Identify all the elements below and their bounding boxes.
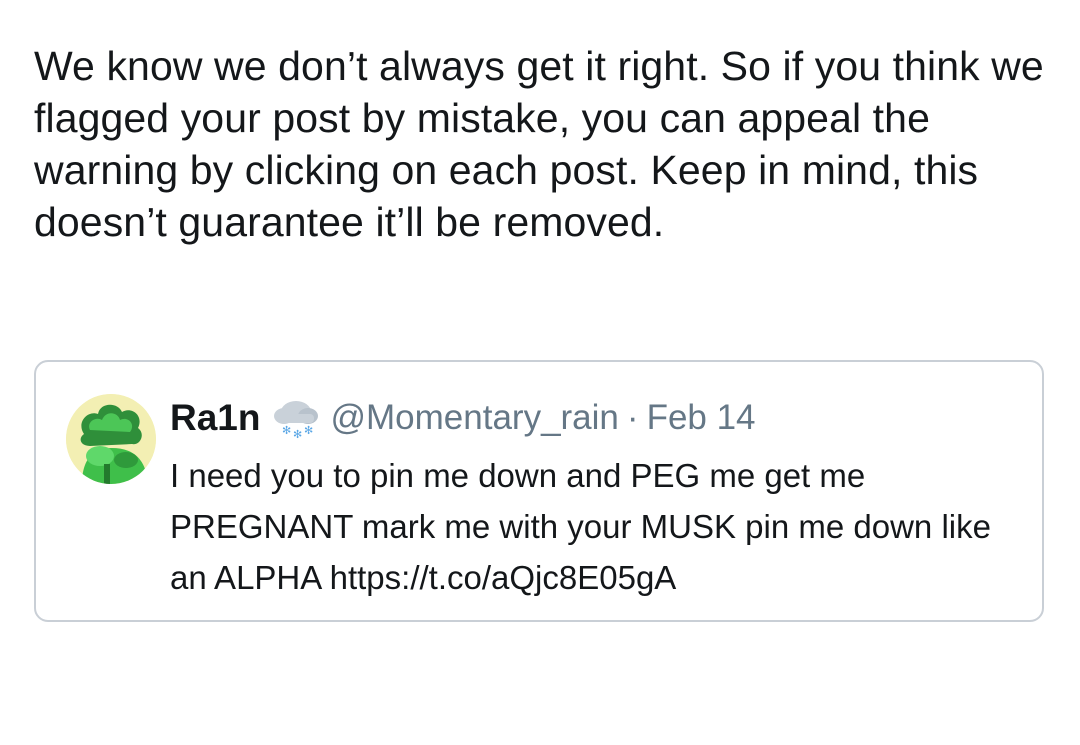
svg-text:✻: ✻ [282, 424, 291, 437]
quoted-tweet-card[interactable]: Ra1n ✻ ✻ ✻ @Momentary_rain · Feb 14 I ne… [34, 360, 1044, 622]
snow-cloud-icon: ✻ ✻ ✻ [270, 396, 322, 441]
svg-text:✻: ✻ [304, 424, 313, 437]
green-character-avatar-icon [66, 394, 156, 484]
tweet-date[interactable]: Feb 14 [647, 398, 756, 438]
separator-dot: · [626, 398, 639, 437]
quoted-tweet-header: Ra1n ✻ ✻ ✻ @Momentary_rain · Feb 14 [170, 394, 756, 442]
quoted-tweet-body: I need you to pin me down and PEG me get… [170, 457, 991, 596]
svg-text:✻: ✻ [293, 428, 302, 440]
tweet-text: We know we don’t always get it right. So… [34, 43, 1044, 245]
display-name[interactable]: Ra1n [170, 397, 260, 439]
user-handle[interactable]: @Momentary_rain [330, 398, 618, 438]
avatar[interactable] [66, 394, 156, 484]
